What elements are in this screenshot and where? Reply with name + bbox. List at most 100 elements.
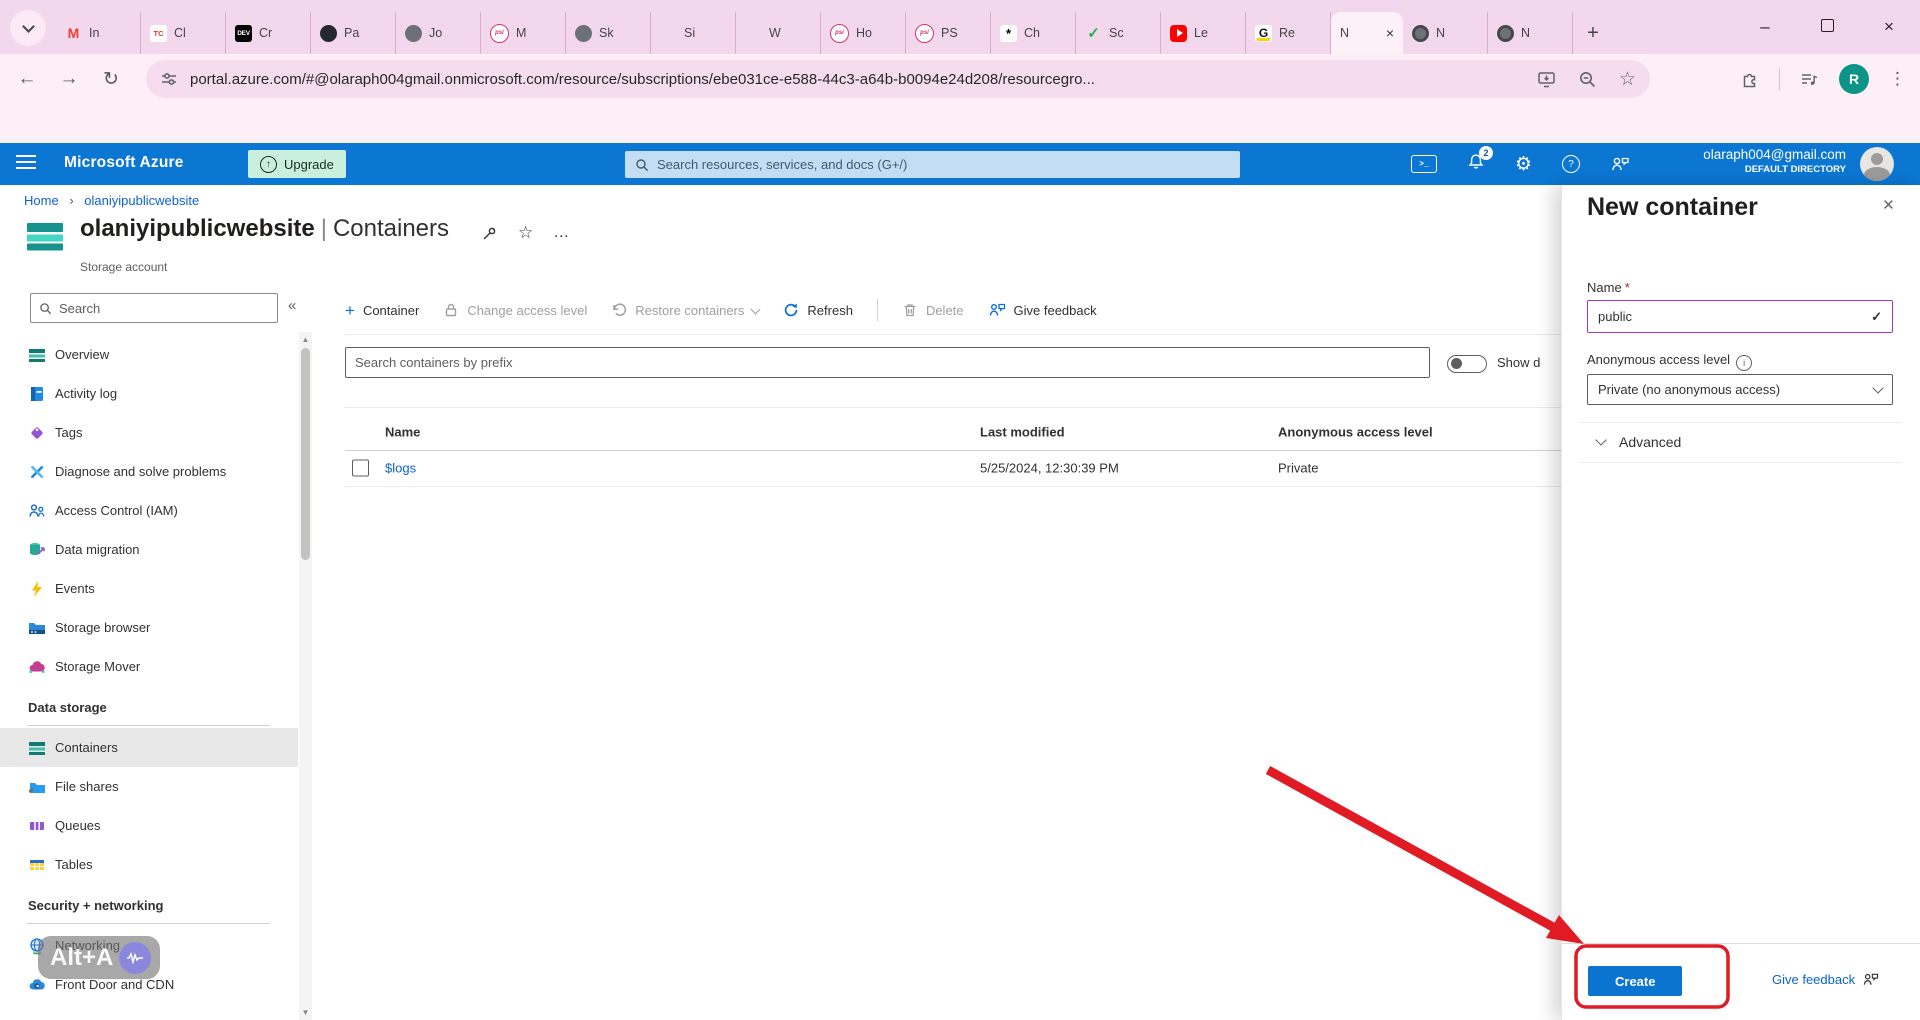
browser-tab[interactable]: Jo bbox=[396, 12, 481, 54]
url-bar[interactable]: portal.azure.com/#@olaraph004gmail.onmic… bbox=[146, 60, 1650, 98]
cloud-shell-icon[interactable]: >_ bbox=[1410, 155, 1437, 173]
tab-search-button[interactable] bbox=[10, 10, 46, 46]
browser-tab[interactable]: psi PS bbox=[906, 12, 991, 54]
maximize-button[interactable] bbox=[1796, 17, 1858, 37]
upgrade-label: Upgrade bbox=[284, 156, 334, 172]
notifications-icon[interactable]: 2 bbox=[1467, 145, 1493, 176]
browser-tab[interactable]: N bbox=[1488, 12, 1573, 54]
column-header-last-modified[interactable]: Last modified bbox=[980, 424, 1065, 439]
browser-tab[interactable]: Le bbox=[1161, 12, 1246, 54]
install-icon[interactable] bbox=[1537, 70, 1556, 89]
tab-label: Pa bbox=[344, 26, 360, 40]
scroll-up-icon[interactable]: ▲ bbox=[299, 335, 312, 344]
tab-close-icon[interactable]: × bbox=[1386, 26, 1394, 40]
account-directory: DEFAULT DIRECTORY bbox=[1744, 163, 1846, 175]
sidebar-item-activity-log[interactable]: Activity log bbox=[0, 374, 298, 413]
refresh-button[interactable]: Refresh bbox=[783, 302, 853, 318]
delete-button[interactable]: Delete bbox=[902, 302, 964, 318]
trash-icon bbox=[904, 304, 916, 317]
name-field[interactable]: public ✓ bbox=[1587, 300, 1893, 333]
upgrade-button[interactable]: ↑ Upgrade bbox=[248, 150, 346, 178]
sidebar-item-events[interactable]: Events bbox=[0, 569, 298, 608]
browser-tab[interactable]: * Ch bbox=[991, 12, 1076, 54]
tab-label: W bbox=[769, 26, 781, 40]
active-browser-tab[interactable]: N × bbox=[1331, 12, 1403, 54]
sidebar-item-containers[interactable]: Containers bbox=[0, 728, 298, 767]
access-level-dropdown[interactable]: Private (no anonymous access) bbox=[1587, 374, 1893, 405]
browser-tab[interactable]: Sk bbox=[566, 12, 651, 54]
sidebar-item-storage-mover[interactable]: Storage Mover bbox=[0, 647, 298, 686]
container-name-link[interactable]: $logs bbox=[385, 461, 416, 476]
help-icon[interactable]: ? bbox=[1562, 155, 1580, 173]
account-info[interactable]: olaraph004@gmail.com DEFAULT DIRECTORY bbox=[1703, 147, 1846, 176]
breadcrumb-home-link[interactable]: Home bbox=[24, 193, 59, 208]
close-window-button[interactable]: × bbox=[1858, 17, 1920, 37]
browser-tab[interactable]: G Re bbox=[1246, 12, 1331, 54]
site-info-icon[interactable] bbox=[160, 70, 178, 88]
change-access-level-button[interactable]: Change access level bbox=[443, 302, 587, 318]
profile-avatar[interactable]: R bbox=[1839, 64, 1869, 94]
container-search-input[interactable]: Search containers by prefix bbox=[345, 347, 1430, 378]
panel-give-feedback-link[interactable]: Give feedback bbox=[1772, 972, 1879, 987]
breadcrumb-current-link[interactable]: olaniyipublicwebsite bbox=[84, 193, 199, 208]
sidebar-item-overview[interactable]: Overview bbox=[0, 335, 298, 374]
browser-tab[interactable]: M In bbox=[56, 12, 141, 54]
sidebar-item-file-shares[interactable]: File shares bbox=[0, 767, 298, 806]
table-row[interactable]: $logs 5/25/2024, 12:30:39 PM Private bbox=[345, 450, 1562, 486]
browser-tab[interactable]: W bbox=[736, 12, 821, 54]
create-button[interactable]: Create bbox=[1588, 966, 1683, 996]
browser-tab[interactable]: Si bbox=[651, 12, 736, 54]
browser-tab[interactable]: psi Ho bbox=[821, 12, 906, 54]
browser-menu-icon[interactable]: ⋮ bbox=[1889, 69, 1906, 89]
browser-tab[interactable]: Pa bbox=[311, 12, 396, 54]
browser-tab[interactable]: ✓ Sc bbox=[1076, 12, 1161, 54]
bookmark-star-icon[interactable]: ☆ bbox=[1619, 70, 1636, 89]
advanced-section-toggle[interactable]: Advanced bbox=[1595, 434, 1681, 450]
sidebar-item-queues[interactable]: Queues bbox=[0, 806, 298, 845]
feedback-icon[interactable] bbox=[1610, 155, 1630, 173]
azure-brand[interactable]: Microsoft Azure bbox=[64, 154, 184, 172]
sidebar-scrollbar[interactable]: ▲ ▼ bbox=[299, 332, 312, 1020]
extensions-icon[interactable] bbox=[1740, 70, 1759, 89]
sidebar-search-input[interactable]: Search bbox=[30, 293, 278, 323]
sidebar-item-data-migration[interactable]: Data migration bbox=[0, 530, 298, 569]
add-container-button[interactable]: + Container bbox=[345, 302, 419, 319]
sidebar-item-tables[interactable]: Tables bbox=[0, 845, 298, 884]
info-icon[interactable]: i bbox=[1736, 355, 1753, 371]
browser-tab[interactable]: DEV Cr bbox=[226, 12, 311, 54]
restore-containers-button[interactable]: Restore containers bbox=[611, 302, 761, 318]
access-level-label: Anonymous access level i bbox=[1587, 352, 1753, 371]
show-deleted-toggle[interactable] bbox=[1447, 355, 1487, 373]
new-tab-button[interactable]: + bbox=[1573, 12, 1613, 54]
column-header-name[interactable]: Name bbox=[385, 424, 420, 439]
minimize-button[interactable]: – bbox=[1734, 17, 1796, 37]
back-icon[interactable]: ← bbox=[6, 68, 48, 90]
reload-icon[interactable]: ↻ bbox=[90, 68, 132, 91]
sidebar-item-tags[interactable]: Tags bbox=[0, 413, 298, 452]
sidebar-item-access-control[interactable]: Access Control (IAM) bbox=[0, 491, 298, 530]
sidebar-item-storage-browser[interactable]: Storage browser bbox=[0, 608, 298, 647]
browser-tab[interactable]: psi M bbox=[481, 12, 566, 54]
reading-list-icon[interactable] bbox=[1800, 70, 1819, 89]
scroll-down-icon[interactable]: ▼ bbox=[299, 1008, 312, 1017]
lightning-icon bbox=[28, 580, 46, 598]
container-search-placeholder: Search containers by prefix bbox=[355, 355, 513, 370]
azure-avatar[interactable] bbox=[1860, 147, 1894, 181]
column-header-access-level[interactable]: Anonymous access level bbox=[1278, 424, 1433, 439]
github-favicon bbox=[320, 24, 337, 42]
sidebar-collapse-icon[interactable]: « bbox=[288, 297, 296, 314]
hamburger-menu-icon[interactable] bbox=[16, 155, 36, 171]
forward-icon[interactable]: → bbox=[48, 68, 90, 90]
browser-tab[interactable]: TC Cl bbox=[141, 12, 226, 54]
zoom-icon[interactable] bbox=[1578, 70, 1597, 89]
tabs-container: M In TC Cl DEV Cr Pa Jo psi M Sk Si W psi Ho … bbox=[56, 12, 1613, 54]
settings-gear-icon[interactable]: ⚙ bbox=[1515, 154, 1532, 174]
shortcut-text: Alt+A bbox=[50, 943, 114, 971]
scrollbar-thumb[interactable] bbox=[301, 348, 310, 560]
close-icon[interactable]: × bbox=[1883, 195, 1894, 217]
give-feedback-button[interactable]: Give feedback bbox=[988, 302, 1097, 318]
azure-search-input[interactable]: Search resources, services, and docs (G+… bbox=[625, 151, 1240, 178]
sidebar-item-diagnose[interactable]: Diagnose and solve problems bbox=[0, 452, 298, 491]
browser-tab[interactable]: N bbox=[1403, 12, 1488, 54]
row-checkbox[interactable] bbox=[352, 459, 369, 477]
